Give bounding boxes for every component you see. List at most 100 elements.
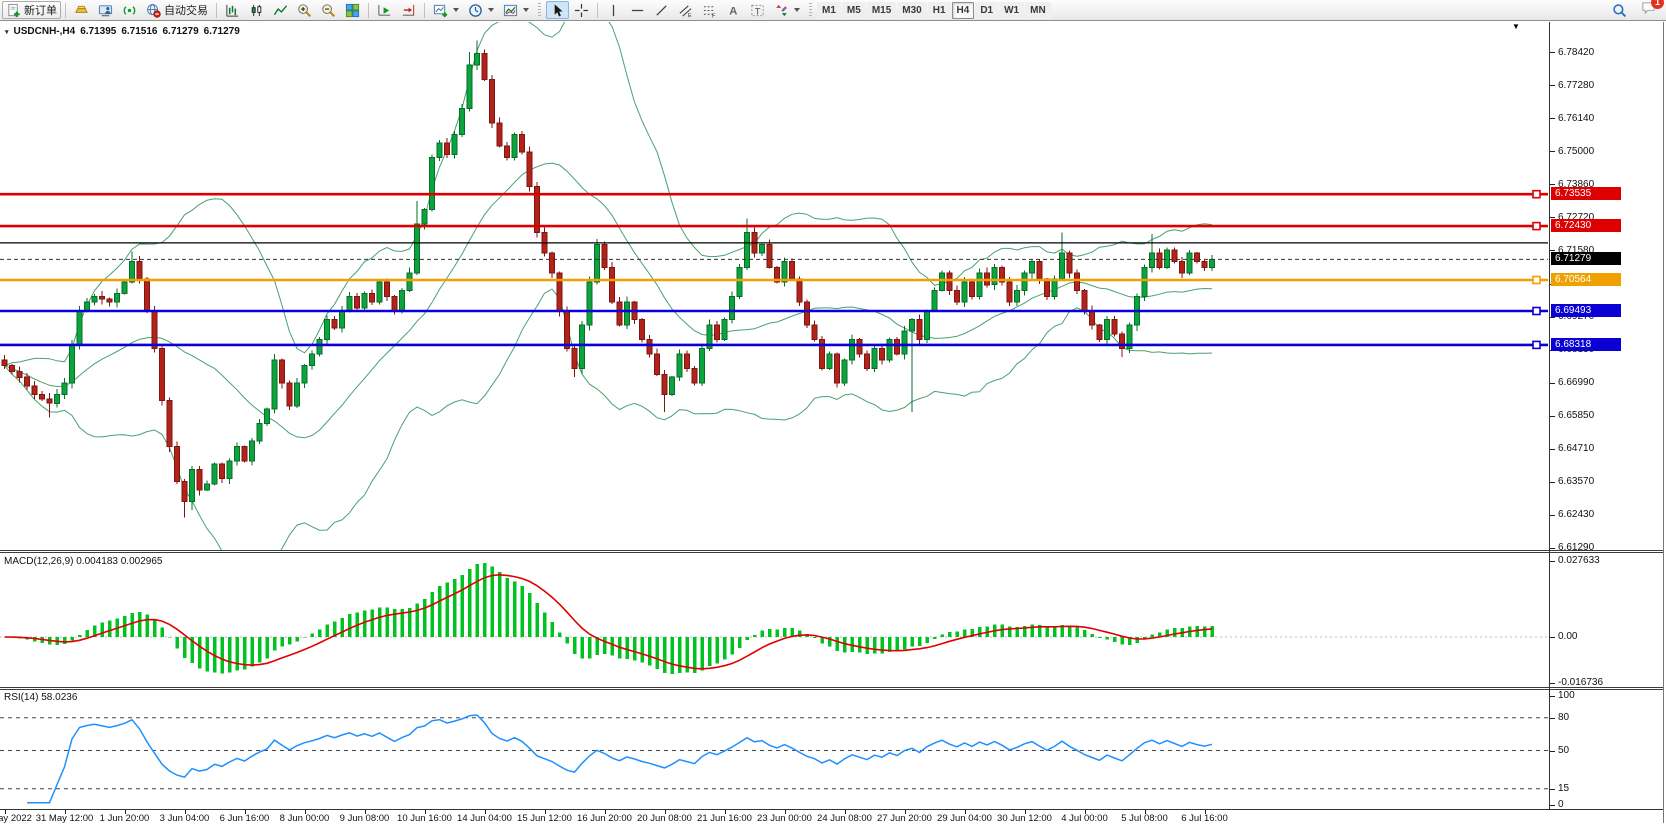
- timeframe-w1[interactable]: W1: [999, 2, 1024, 19]
- candle-body[interactable]: [70, 345, 75, 383]
- candle-body[interactable]: [685, 354, 690, 368]
- candle-body[interactable]: [1067, 253, 1072, 273]
- candle-body[interactable]: [85, 302, 90, 311]
- candle-body[interactable]: [197, 470, 202, 490]
- candle-body[interactable]: [10, 366, 15, 372]
- candle-body[interactable]: [835, 354, 840, 383]
- tile-windows-button[interactable]: [341, 1, 364, 19]
- candle-body[interactable]: [505, 146, 510, 158]
- cursor-button[interactable]: [546, 1, 569, 19]
- candle-body[interactable]: [992, 267, 997, 284]
- candle-body[interactable]: [437, 143, 442, 157]
- candle-body[interactable]: [887, 340, 892, 360]
- candle-body[interactable]: [227, 461, 232, 478]
- crosshair-button[interactable]: [570, 1, 593, 19]
- vertical-line-button[interactable]: [602, 1, 625, 19]
- candle-body[interactable]: [1105, 319, 1110, 339]
- candle-body[interactable]: [212, 464, 217, 484]
- candle-body[interactable]: [1030, 262, 1035, 274]
- candle-body[interactable]: [167, 400, 172, 446]
- candle-body[interactable]: [850, 340, 855, 360]
- candle-body[interactable]: [700, 348, 705, 383]
- candle-body[interactable]: [737, 267, 742, 296]
- candle-body[interactable]: [445, 143, 450, 155]
- candle-body[interactable]: [715, 325, 720, 340]
- candle-body[interactable]: [40, 395, 45, 399]
- autotrading-button[interactable]: 自动交易: [142, 1, 212, 19]
- candle-body[interactable]: [175, 447, 180, 482]
- candle-body[interactable]: [392, 296, 397, 310]
- candle-body[interactable]: [1097, 325, 1102, 340]
- candle-body[interactable]: [640, 319, 645, 339]
- candle-body[interactable]: [872, 348, 877, 368]
- text-label-button[interactable]: T: [746, 1, 769, 19]
- candle-body[interactable]: [977, 273, 982, 296]
- candle-body[interactable]: [910, 319, 915, 331]
- candle-body[interactable]: [677, 354, 682, 377]
- candle-body[interactable]: [265, 409, 270, 423]
- candle-body[interactable]: [280, 360, 285, 383]
- candle-body[interactable]: [1210, 259, 1215, 267]
- candle-body[interactable]: [550, 253, 555, 273]
- price-level-handle[interactable]: [1533, 308, 1540, 315]
- toolbar-grip[interactable]: [538, 3, 541, 18]
- periods-button[interactable]: [464, 1, 498, 19]
- candle-body[interactable]: [62, 383, 67, 395]
- rsi-pane[interactable]: [0, 690, 1548, 809]
- horizontal-line-button[interactable]: [626, 1, 649, 19]
- candle-body[interactable]: [962, 282, 967, 302]
- price-level-handle[interactable]: [1533, 277, 1540, 284]
- candle-body[interactable]: [92, 296, 97, 302]
- candle-body[interactable]: [587, 282, 592, 325]
- notifications-button[interactable]: 1: [1641, 0, 1656, 20]
- candle-body[interactable]: [2, 360, 7, 366]
- candle-body[interactable]: [520, 135, 525, 152]
- candle-body[interactable]: [1007, 282, 1012, 302]
- candle-body[interactable]: [1090, 311, 1095, 325]
- candle-body[interactable]: [257, 424, 262, 441]
- candle-body[interactable]: [332, 319, 337, 328]
- candle-body[interactable]: [895, 340, 900, 354]
- timeframe-d1[interactable]: D1: [975, 2, 998, 19]
- zoom-out-button[interactable]: [317, 1, 340, 19]
- candle-body[interactable]: [925, 311, 930, 340]
- candle-body[interactable]: [460, 109, 465, 135]
- candle-body[interactable]: [602, 244, 607, 267]
- candle-body[interactable]: [1052, 279, 1057, 296]
- price-level-handle[interactable]: [1533, 341, 1540, 348]
- fibonacci-button[interactable]: F: [698, 1, 721, 19]
- candle-body[interactable]: [865, 354, 870, 368]
- timeframe-mn[interactable]: MN: [1025, 2, 1051, 19]
- candle-body[interactable]: [1060, 253, 1065, 279]
- candle-body[interactable]: [340, 311, 345, 328]
- candle-body[interactable]: [497, 123, 502, 146]
- candle-body[interactable]: [1037, 262, 1042, 279]
- candle-body[interactable]: [670, 377, 675, 394]
- candle-body[interactable]: [490, 80, 495, 123]
- candle-body[interactable]: [1172, 250, 1177, 262]
- candle-body[interactable]: [452, 135, 457, 155]
- candle-body[interactable]: [1195, 253, 1200, 262]
- candle-body[interactable]: [625, 302, 630, 325]
- candle-body[interactable]: [512, 135, 517, 158]
- candle-body[interactable]: [745, 233, 750, 268]
- candle-body[interactable]: [55, 395, 60, 404]
- candle-body[interactable]: [182, 481, 187, 501]
- candle-body[interactable]: [377, 282, 382, 302]
- candle-body[interactable]: [1180, 262, 1185, 274]
- time-axis[interactable]: 30 May 202231 May 12:001 Jun 20:003 Jun …: [0, 809, 1663, 824]
- candle-body[interactable]: [415, 224, 420, 273]
- candle-body[interactable]: [77, 311, 82, 346]
- candle-body[interactable]: [400, 291, 405, 311]
- candle-body[interactable]: [610, 267, 615, 302]
- candle-body[interactable]: [302, 366, 307, 383]
- candle-body[interactable]: [1045, 279, 1050, 296]
- candle-body[interactable]: [595, 244, 600, 282]
- candle-body[interactable]: [422, 210, 427, 225]
- timeframe-h1[interactable]: H1: [928, 2, 951, 19]
- candle-body[interactable]: [572, 348, 577, 368]
- market-button[interactable]: [70, 1, 93, 19]
- search-button[interactable]: [1608, 1, 1631, 19]
- candle-body[interactable]: [355, 296, 360, 308]
- candle-body[interactable]: [482, 54, 487, 80]
